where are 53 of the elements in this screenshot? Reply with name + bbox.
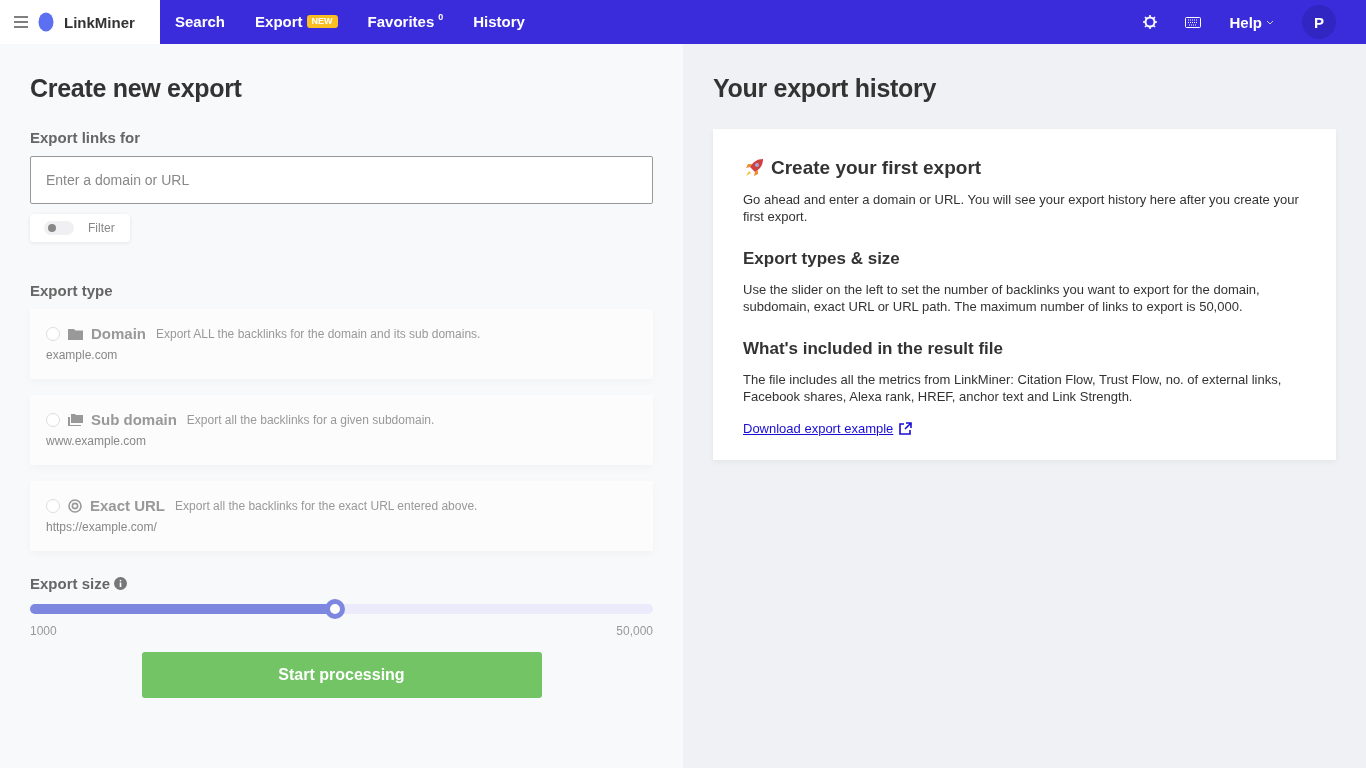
card-subheading: Export types & size: [743, 249, 901, 269]
export-type-option[interactable]: Exact URL Export all the backlinks for the exact URL entered above. https://example.com/: [30, 481, 653, 551]
target-icon: [68, 498, 82, 513]
filter-toggle[interactable]: Filter: [30, 214, 130, 242]
section-label: Export size: [30, 575, 111, 592]
option-example: example.com: [46, 348, 119, 362]
field-label: Export links for: [30, 129, 141, 146]
page-title: Create new export: [30, 74, 243, 103]
brand-name: LinkMiner: [64, 13, 135, 31]
section-label: Export type: [30, 282, 113, 299]
option-title: Sub domain: [91, 411, 177, 428]
menu-icon[interactable]: [14, 16, 28, 28]
logo-icon: [38, 12, 54, 32]
rocket-icon: [743, 157, 765, 179]
card-paragraph: The file includes all the metrics from LinkMiner: Citation Flow, Trust Flow, no. of external links, Facebook shares, Alexa rank, HREF, anchor text and Link Strength.: [743, 371, 1283, 405]
help-menu[interactable]: Help: [1215, 13, 1288, 31]
info-icon[interactable]: [114, 577, 128, 590]
caret-icon: [1266, 19, 1274, 25]
history-title: Your export history: [713, 74, 938, 103]
size-slider[interactable]: [30, 599, 653, 619]
folder-icon: [68, 327, 83, 340]
domain-input[interactable]: Enter a domain or URL: [30, 156, 653, 204]
card-subheading: What's included in the result file: [743, 339, 1004, 359]
option-example: www.example.com: [46, 434, 148, 448]
count-label: 0: [438, 13, 444, 22]
card-heading: Create your first export: [771, 157, 982, 179]
new-badge: NEW: [306, 15, 338, 28]
user-avatar[interactable]: P: [1302, 5, 1336, 39]
slider-thumb[interactable]: [325, 599, 346, 619]
radio-button[interactable]: [46, 498, 60, 513]
nav-link[interactable]: History: [458, 0, 540, 44]
folders-icon: [68, 413, 83, 426]
card-paragraph: Go ahead and enter a domain or URL. You will see your export history here after you create your first export.: [743, 191, 1300, 225]
option-description: Export ALL the backlinks for the domain and its sub domains.: [156, 326, 481, 341]
nav-link[interactable]: Export NEW: [240, 0, 353, 44]
radio-button[interactable]: [46, 326, 60, 341]
option-example: https://example.com/: [46, 520, 158, 534]
export-type-option[interactable]: Domain Export ALL the backlinks for the domain and its sub domains. example.com: [30, 309, 653, 379]
slider-min: 1000: [30, 624, 57, 638]
external-link-icon: [899, 422, 913, 435]
gear-icon[interactable]: [1143, 15, 1158, 29]
export-type-option[interactable]: Sub domain Export all the backlinks for a given subdomain. www.example.com: [30, 395, 653, 465]
keyboard-icon[interactable]: [1185, 16, 1202, 28]
nav-link[interactable]: Favorites 0: [352, 0, 459, 44]
option-title: Exact URL: [90, 497, 166, 514]
slider-max: 50,000: [616, 624, 653, 638]
option-description: Export all the backlinks for a given subdomain.: [186, 412, 435, 427]
nav-link[interactable]: Search: [160, 0, 241, 44]
card-paragraph: Use the slider on the left to set the number of backlinks you want to export for the domain, subdomain, exact URL or URL path. The maximum number of links to export is 50,000.: [743, 281, 1261, 315]
option-description: Export all the backlinks for the exact URL entered above.: [175, 498, 478, 513]
download-link[interactable]: Download export example: [743, 421, 913, 436]
radio-button[interactable]: [46, 412, 60, 427]
option-title: Domain: [91, 325, 146, 342]
